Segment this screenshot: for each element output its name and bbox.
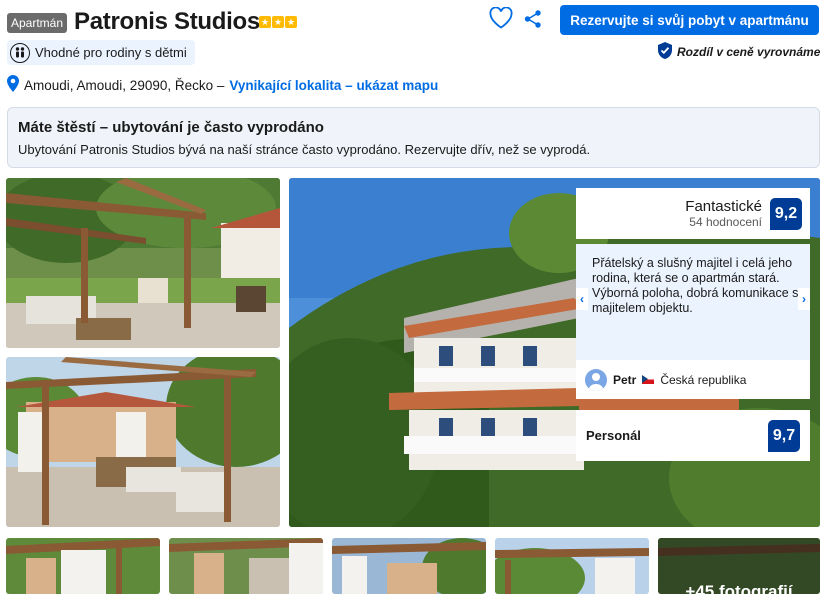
review-text: Přátelský a slušný majitel i celá jeho r… [592, 256, 799, 315]
reserve-button[interactable]: Rezervujte si svůj pobyt v apartmánu [560, 5, 819, 35]
reviewer-row: Petr Česká republika [576, 360, 810, 399]
review-count: 54 hodnocení [689, 215, 762, 229]
star-rating: ★ ★ ★ [259, 16, 297, 28]
reviewer-name: Petr [613, 372, 637, 387]
sold-out-alert: Máte štěstí – ubytování je často vyprodá… [7, 107, 820, 168]
thumbnail-photo[interactable] [6, 538, 160, 594]
star-icon: ★ [259, 16, 271, 28]
photo-pergola-curtains[interactable] [6, 357, 280, 527]
share-icon[interactable] [523, 9, 543, 34]
alert-text: Ubytování Patronis Studios bývá na naší … [18, 142, 591, 157]
score-card[interactable]: Fantastické 54 hodnocení 9,2 [576, 188, 810, 239]
thumbnail-photo[interactable] [495, 538, 649, 594]
thumbnail-photo[interactable] [169, 538, 323, 594]
star-icon: ★ [272, 16, 284, 28]
chevron-left-icon[interactable]: ‹ [576, 288, 588, 310]
staff-score-badge: 9,7 [768, 419, 800, 452]
family-badge-label: Vhodné pro rodiny s dětmi [35, 45, 187, 60]
map-pin-icon [7, 75, 19, 95]
address-text: Amoudi, Amoudi, 29090, Řecko – [24, 77, 225, 93]
property-title: Patronis Studios [74, 8, 260, 35]
heart-icon[interactable] [489, 6, 513, 34]
alert-title: Máte štěstí – ubytování je často vyprodá… [18, 119, 324, 136]
address-row: Amoudi, Amoudi, 29090, Řecko – Vynikajíc… [7, 75, 438, 95]
family-icon [10, 42, 30, 63]
price-match-label: Rozdíl v ceně vyrovnáme [677, 45, 821, 59]
czech-flag-icon [642, 375, 655, 384]
review-card: ‹ › Přátelský a slušný majitel i celá je… [576, 244, 810, 399]
staff-label: Personál [586, 428, 641, 443]
thumbnail-photo[interactable] [332, 538, 486, 594]
staff-score-card: Personál 9,7 [576, 410, 810, 461]
star-icon: ★ [285, 16, 297, 28]
score-badge: 9,2 [770, 197, 802, 230]
more-photos-thumbnail[interactable]: +45 fotografií [658, 538, 820, 594]
score-word: Fantastické [685, 198, 762, 215]
family-friendly-badge: Vhodné pro rodiny s dětmi [7, 40, 195, 65]
property-type-badge: Apartmán [7, 13, 68, 33]
more-photos-label: +45 fotografií [685, 582, 793, 594]
price-match[interactable]: Rozdíl v ceně vyrovnáme [657, 42, 820, 62]
photo-pergola-garden[interactable] [6, 178, 280, 348]
reviewer-country: Česká republika [660, 372, 747, 387]
avatar [585, 368, 607, 391]
show-map-link[interactable]: Vynikající lokalita – ukázat mapu [229, 78, 438, 93]
shield-check-icon [657, 42, 673, 62]
